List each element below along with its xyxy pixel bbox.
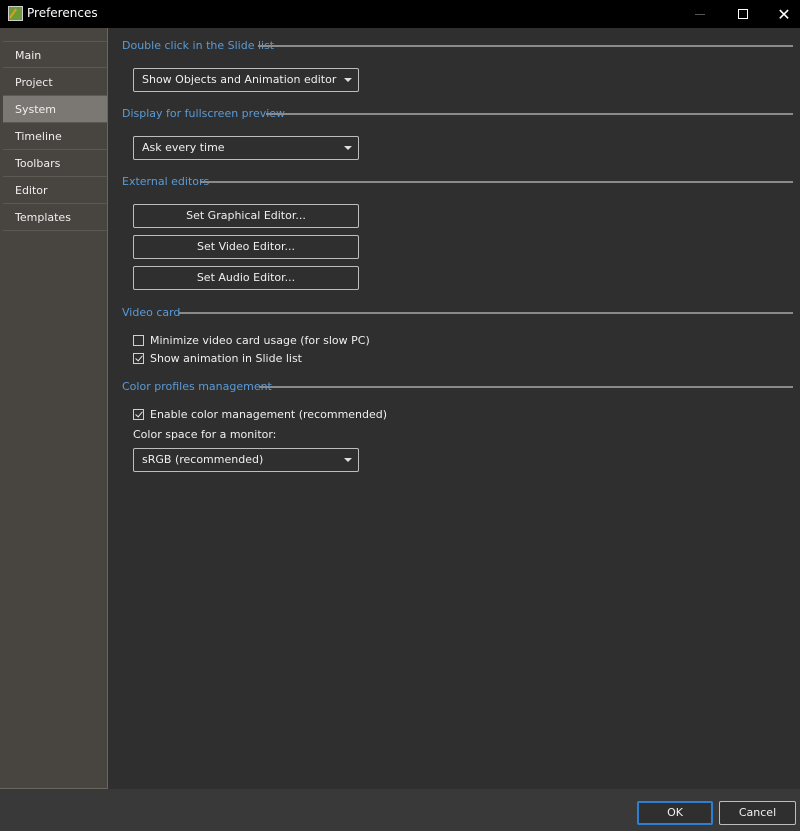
section-divider [258, 45, 793, 47]
fullscreen-preview-dropdown[interactable]: Ask every time [133, 136, 359, 160]
checkbox-checked-icon[interactable] [133, 409, 144, 420]
sidebar: Main Project System Timeline Toolbars Ed… [0, 28, 108, 789]
system-settings-panel: Double click in the Slide list Show Obje… [108, 28, 800, 789]
section-divider [266, 113, 793, 115]
sidebar-item-timeline[interactable]: Timeline [3, 123, 107, 150]
dropdown-value: Show Objects and Animation editor [142, 73, 337, 86]
section-title-fullscreen-preview: Display for fullscreen preview [122, 107, 286, 120]
cancel-button[interactable]: Cancel [719, 801, 796, 825]
set-audio-editor-button[interactable]: Set Audio Editor... [133, 266, 359, 290]
title-bar: Preferences ✕ [0, 0, 800, 28]
sidebar-item-main[interactable]: Main [3, 41, 107, 68]
section-title-double-click: Double click in the Slide list [122, 39, 275, 52]
maximize-icon [738, 9, 748, 19]
section-title-external-editors: External editors [122, 175, 210, 188]
ok-button[interactable]: OK [637, 801, 713, 825]
show-animation-in-slide-list-checkbox[interactable]: Show animation in Slide list [133, 352, 302, 365]
dialog-footer: OK Cancel [0, 789, 800, 831]
dropdown-value: sRGB (recommended) [142, 453, 264, 466]
sidebar-item-project[interactable]: Project [3, 69, 107, 96]
enable-color-management-checkbox[interactable]: Enable color management (recommended) [133, 408, 387, 421]
monitor-color-space-label: Color space for a monitor: [133, 428, 277, 441]
set-video-editor-button[interactable]: Set Video Editor... [133, 235, 359, 259]
checkbox-label: Enable color management (recommended) [150, 408, 388, 421]
sidebar-item-label: Toolbars [15, 157, 61, 170]
monitor-color-space-dropdown[interactable]: sRGB (recommended) [133, 448, 359, 472]
section-title-color-profiles: Color profiles management [122, 380, 272, 393]
sidebar-item-label: Templates [15, 211, 71, 224]
dropdown-value: Ask every time [142, 141, 225, 154]
minimize-icon [695, 13, 705, 15]
close-icon: ✕ [777, 4, 791, 24]
checkbox-label: Minimize video card usage (for slow PC) [150, 334, 370, 347]
sidebar-item-label: Timeline [15, 130, 62, 143]
sidebar-item-label: System [15, 103, 57, 116]
sidebar-item-label: Project [15, 76, 53, 89]
chevron-down-icon [344, 458, 352, 462]
sidebar-item-toolbars[interactable]: Toolbars [3, 150, 107, 177]
minimize-button[interactable] [678, 0, 722, 28]
chevron-down-icon [344, 146, 352, 150]
sidebar-item-templates[interactable]: Templates [3, 204, 107, 231]
chevron-down-icon [344, 78, 352, 82]
sidebar-item-system[interactable]: System [3, 96, 107, 123]
sidebar-item-label: Main [15, 49, 42, 62]
checkbox-unchecked-icon[interactable] [133, 335, 144, 346]
app-icon [8, 6, 23, 21]
maximize-button[interactable] [721, 0, 765, 28]
set-graphical-editor-button[interactable]: Set Graphical Editor... [133, 204, 359, 228]
window-title: Preferences [27, 6, 98, 20]
sidebar-item-label: Editor [15, 184, 48, 197]
minimize-video-card-usage-checkbox[interactable]: Minimize video card usage (for slow PC) [133, 334, 370, 347]
close-button[interactable]: ✕ [762, 0, 800, 28]
section-divider [179, 312, 793, 314]
section-divider [259, 386, 793, 388]
section-title-video-card: Video card [122, 306, 181, 319]
section-divider [200, 181, 793, 183]
checkbox-label: Show animation in Slide list [150, 352, 302, 365]
double-click-action-dropdown[interactable]: Show Objects and Animation editor [133, 68, 359, 92]
sidebar-item-editor[interactable]: Editor [3, 177, 107, 204]
checkbox-checked-icon[interactable] [133, 353, 144, 364]
